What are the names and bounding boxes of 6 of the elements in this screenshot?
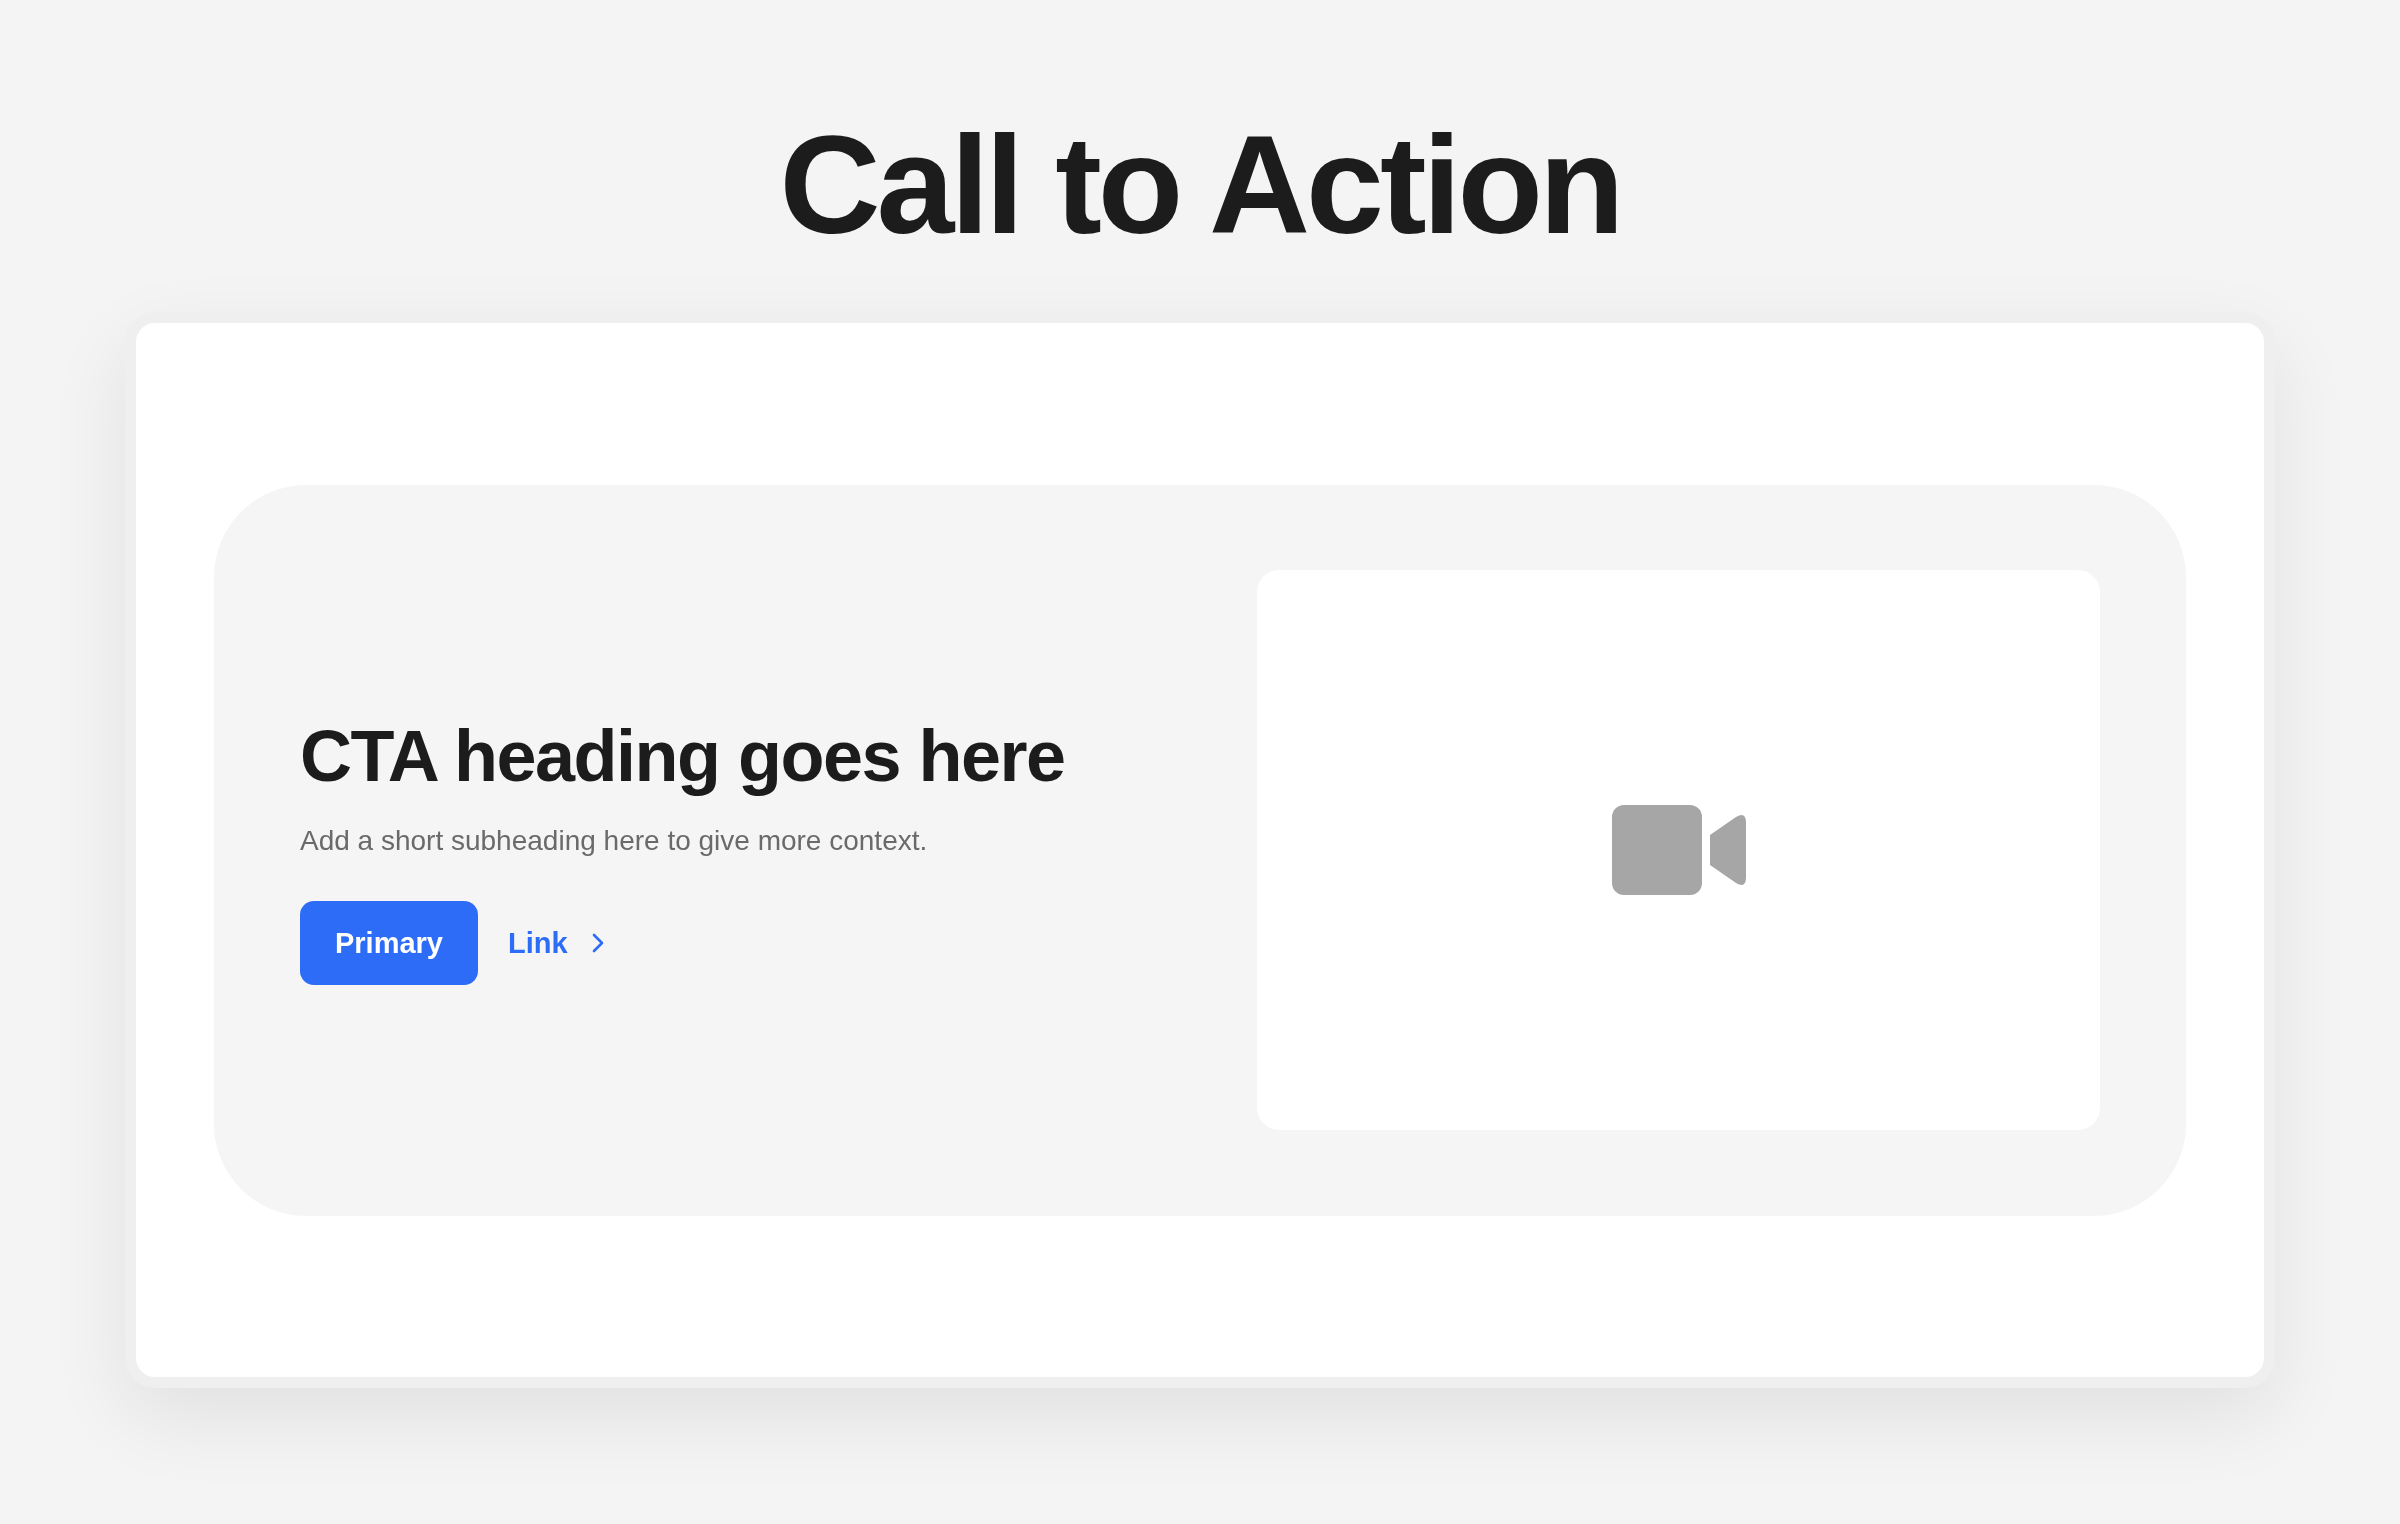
page-title: Call to Action [779,108,1621,262]
video-camera-icon [1611,805,1746,895]
cta-heading: CTA heading goes here [300,715,1065,797]
primary-button[interactable]: Primary [300,901,478,985]
cta-subheading: Add a short subheading here to give more context. [300,825,928,857]
link[interactable]: Link [508,926,606,960]
